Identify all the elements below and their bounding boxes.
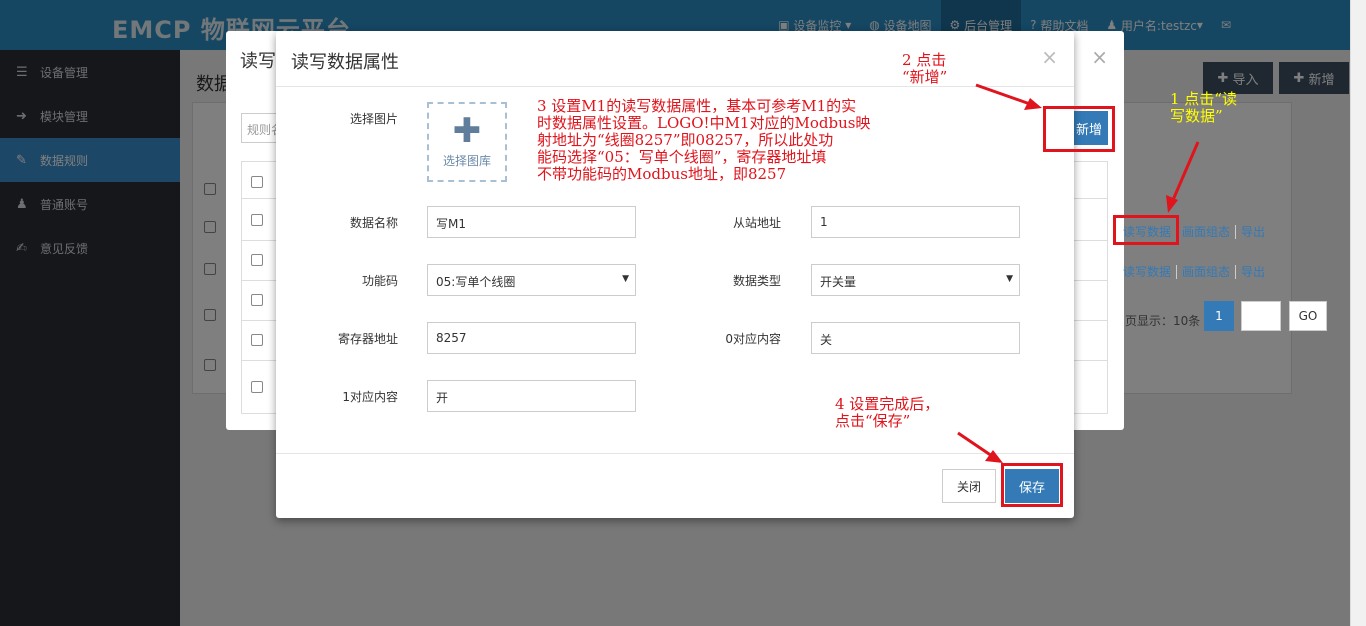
checkbox[interactable] — [251, 381, 263, 393]
annotation-step-3: 3 设置M1的读写数据属性，基本可参考M1的实 时数据属性设置。LOGO!中M1… — [537, 97, 871, 183]
go-button[interactable]: GO — [1289, 301, 1327, 331]
image-picker-label: 选择图库 — [442, 153, 491, 168]
annotation-step-4: 4 设置完成后， 点击“保存” — [835, 395, 940, 430]
checkbox[interactable] — [251, 176, 263, 188]
annotation-step-1: 1 点击“读 写数据” — [1170, 90, 1237, 125]
page-scrollbar[interactable] — [1350, 0, 1366, 626]
checkbox[interactable] — [251, 254, 263, 266]
data-type-select[interactable]: 开关量 — [811, 264, 1020, 296]
highlight-rw-data-link — [1113, 215, 1179, 245]
divider — [276, 453, 1074, 454]
rw-data-link[interactable]: 读写数据 — [1118, 265, 1178, 279]
function-code-select[interactable]: 05:写单个线圈 — [427, 264, 636, 296]
close-icon[interactable]: × — [1041, 45, 1058, 69]
screen-config-link[interactable]: 画面组态 — [1177, 225, 1237, 239]
function-code-label: 功能码 — [361, 274, 398, 288]
annotation-step-2: 2 点击 “新增” — [902, 51, 948, 86]
divider — [276, 86, 1074, 87]
image-label: 选择图片 — [349, 112, 398, 126]
modal-title: 读写 — [240, 51, 276, 72]
export-link[interactable]: 导出 — [1236, 265, 1270, 279]
highlight-new-button — [1043, 106, 1115, 152]
page-size-text: 页显示：10条 — [1125, 314, 1201, 328]
register-address-label: 寄存器地址 — [337, 332, 398, 346]
close-icon[interactable]: × — [1091, 45, 1108, 69]
one-content-label: 1对应内容 — [342, 390, 398, 404]
page-button-current[interactable]: 1 — [1204, 301, 1234, 331]
data-name-label: 数据名称 — [349, 216, 398, 230]
checkbox[interactable] — [251, 294, 263, 306]
modal-title: 读写数据属性 — [291, 52, 399, 73]
image-picker[interactable]: ✚ 选择图库 — [427, 102, 507, 182]
page-number-input[interactable] — [1241, 301, 1281, 331]
zero-content-input[interactable]: 关 — [811, 322, 1020, 354]
data-name-input[interactable]: 写M1 — [427, 206, 636, 238]
register-address-input[interactable]: 8257 — [427, 322, 636, 354]
highlight-save-button — [1001, 463, 1063, 507]
slave-address-label: 从站地址 — [732, 216, 781, 230]
zero-content-label: 0对应内容 — [725, 332, 781, 346]
export-link[interactable]: 导出 — [1236, 225, 1270, 239]
checkbox[interactable] — [251, 334, 263, 346]
plus-icon: ✚ — [452, 110, 482, 151]
one-content-input[interactable]: 开 — [427, 380, 636, 412]
screen-config-link[interactable]: 画面组态 — [1177, 265, 1237, 279]
checkbox[interactable] — [251, 214, 263, 226]
row-actions: 读写数据 画面组态 导出 — [1118, 263, 1270, 280]
data-type-label: 数据类型 — [732, 274, 781, 288]
slave-address-input[interactable]: 1 — [811, 206, 1020, 238]
close-button[interactable]: 关闭 — [942, 469, 996, 503]
